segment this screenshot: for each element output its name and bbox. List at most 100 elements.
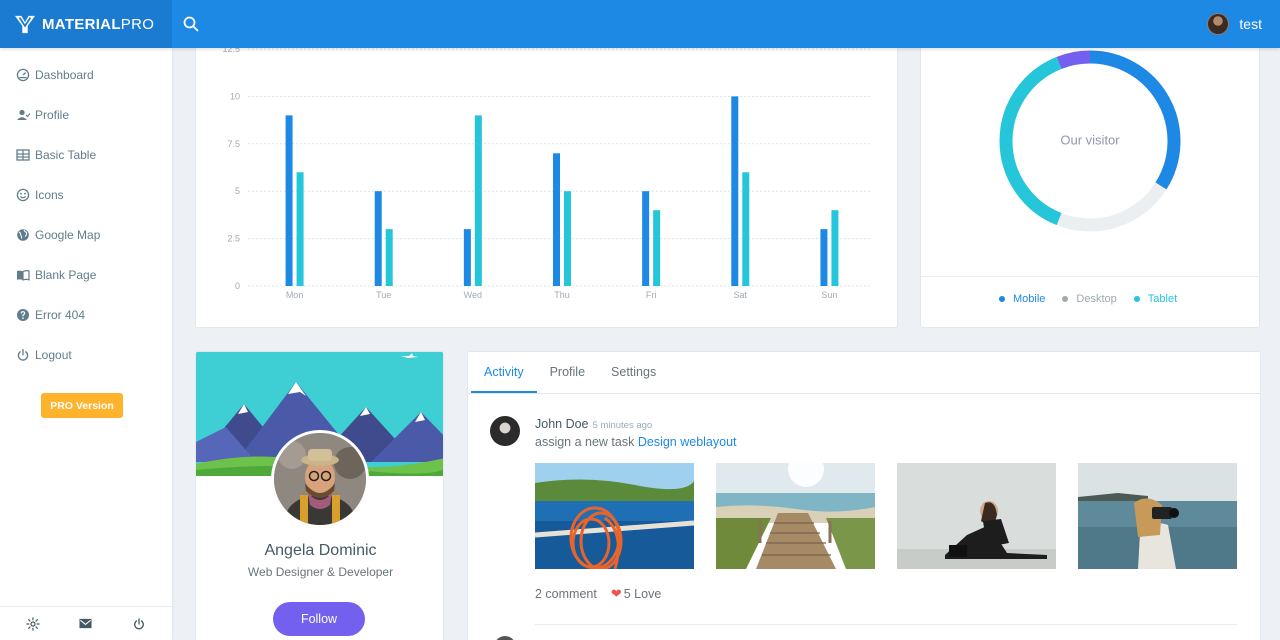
x-tick-label: Sun [821, 290, 837, 300]
donut-slice-tablet[interactable] [999, 56, 1062, 226]
sidebar-footer [0, 606, 172, 640]
heart-icon[interactable]: ❤ [611, 586, 622, 602]
search-button[interactable] [176, 9, 206, 39]
legend-item-desktop: Desktop [1062, 293, 1117, 305]
x-tick-label: Mon [286, 290, 304, 300]
follow-button[interactable]: Follow [273, 602, 365, 636]
legend-dot [1133, 296, 1140, 302]
x-tick-label: Sat [734, 290, 748, 300]
sidebar-item-label: Google Map [35, 228, 101, 242]
legend-dot [999, 296, 1005, 302]
feed-header: John Doe 5 minutes ago [535, 417, 652, 431]
sidebar-item-label: Blank Page [35, 268, 97, 282]
user-avatar [1207, 13, 1230, 35]
bar-fri-series-2[interactable] [653, 210, 661, 286]
smiley-icon [16, 188, 30, 202]
sidebar-item-basic-table[interactable]: Basic Table [0, 135, 172, 175]
tab-activity[interactable]: Activity [471, 352, 537, 393]
sidebar-item-icons[interactable]: Icons [0, 175, 172, 215]
gauge-icon [16, 68, 30, 82]
card-divider [921, 276, 1259, 277]
bar-sun-series-2[interactable] [831, 210, 839, 286]
bar-sun-series-1[interactable] [820, 229, 828, 286]
bar-tue-series-1[interactable] [374, 191, 382, 286]
donut-slice-desktop[interactable] [1056, 182, 1167, 232]
donut-title: Our visitor [1060, 132, 1120, 148]
power-icon [17, 348, 29, 361]
sidebar-item-logout[interactable]: Logout [0, 335, 172, 375]
x-tick-label: Tue [376, 290, 391, 300]
sidebar-item-error-404[interactable]: Error 404 [0, 295, 172, 335]
comment-link[interactable]: 2 comment [535, 587, 597, 601]
sidebar-item-label: Icons [35, 188, 64, 202]
sidebar-item-dashboard[interactable]: Dashboard [0, 55, 172, 95]
bar-mon-series-2[interactable] [296, 172, 304, 286]
y-tick-label: 5 [235, 186, 240, 196]
y-tick-label: 10 [230, 91, 240, 101]
settings-button[interactable] [21, 612, 45, 636]
sidebar-item-label: Dashboard [35, 68, 94, 82]
globe-icon [17, 229, 29, 241]
bar-fri-series-1[interactable] [642, 191, 650, 286]
pro-version-button[interactable]: PRO Version [41, 393, 123, 418]
search-icon [183, 16, 199, 32]
feed-text: assign a new task Design weblayout [535, 435, 737, 449]
power-button[interactable] [127, 612, 151, 636]
feed-photo-rope[interactable] [535, 463, 694, 569]
sidebar-item-profile[interactable]: Profile [0, 95, 172, 135]
power-icon [134, 617, 145, 629]
feed-photo-beach[interactable] [716, 463, 875, 569]
feed-next-avatar [494, 636, 516, 640]
sidebar-item-google-map[interactable]: Google Map [0, 215, 172, 255]
visitor-legend: Mobile Desktop Tablet [999, 293, 1194, 305]
bar-sat-series-1[interactable] [731, 96, 739, 287]
x-tick-label: Fri [646, 290, 657, 300]
bar-mon-series-1[interactable] [285, 115, 293, 286]
legend-label: Mobile [1013, 293, 1046, 305]
profile-avatar [271, 430, 369, 528]
feed-author[interactable]: John Doe [535, 417, 589, 431]
legend-label: Desktop [1076, 293, 1117, 305]
user-menu[interactable]: test [1207, 13, 1262, 35]
table-icon [16, 149, 30, 161]
mail-icon [79, 618, 93, 629]
sidebar-item-label: Basic Table [35, 148, 97, 162]
gear-icon [25, 616, 40, 631]
feed-meta: 2 comment ❤ 5 Love [535, 586, 661, 602]
donut-slice-other[interactable] [1056, 50, 1091, 70]
y-tick-label: 0 [235, 281, 240, 291]
y-tick-label: 2.5 [227, 234, 240, 244]
bar-wed-series-2[interactable] [474, 115, 482, 286]
logo-icon [15, 15, 35, 34]
bar-sat-series-2[interactable] [742, 172, 750, 286]
tab-settings[interactable]: Settings [598, 352, 669, 393]
feed-time: 5 minutes ago [592, 420, 653, 431]
sales-chart-card: 0 2.5 5 7.5 10 12.5 Mon Tue Wed Thu Fri Sat Sun [195, 30, 898, 328]
sidebar-item-blank-page[interactable]: Blank Page [0, 255, 172, 295]
help-icon [17, 309, 29, 321]
feed-photo-woman-sitting[interactable] [897, 463, 1056, 569]
sidebar-nav: Dashboard Profile Basic Table Icons Google M… [0, 55, 172, 375]
y-tick-label: 7.5 [227, 139, 240, 149]
user-name: test [1239, 16, 1262, 32]
bar-tue-series-2[interactable] [385, 229, 393, 286]
mail-button[interactable] [74, 612, 98, 636]
bar-thu-series-1[interactable] [553, 153, 560, 286]
x-tick-label: Thu [554, 290, 570, 300]
user-icon [17, 109, 30, 120]
bar-wed-series-1[interactable] [463, 229, 471, 286]
donut-slice-mobile[interactable] [1089, 50, 1181, 190]
love-link[interactable]: 5 Love [624, 587, 662, 601]
legend-dot [1062, 296, 1069, 302]
feed-photo-photographer[interactable] [1078, 463, 1237, 569]
activity-card: Activity Profile Settings John Doe 5 minute… [467, 351, 1261, 640]
brand-logo[interactable]: MATERIALPRO [0, 0, 172, 48]
bar-thu-series-2[interactable] [564, 191, 571, 286]
top-navbar: MATERIALPRO test [0, 0, 1280, 48]
feed-task-link[interactable]: Design weblayout [638, 435, 737, 449]
tab-profile[interactable]: Profile [537, 352, 598, 393]
book-icon [17, 270, 30, 281]
sidebar-item-label: Error 404 [35, 308, 86, 322]
x-tick-label: Wed [464, 290, 482, 300]
legend-label: Tablet [1147, 293, 1178, 305]
